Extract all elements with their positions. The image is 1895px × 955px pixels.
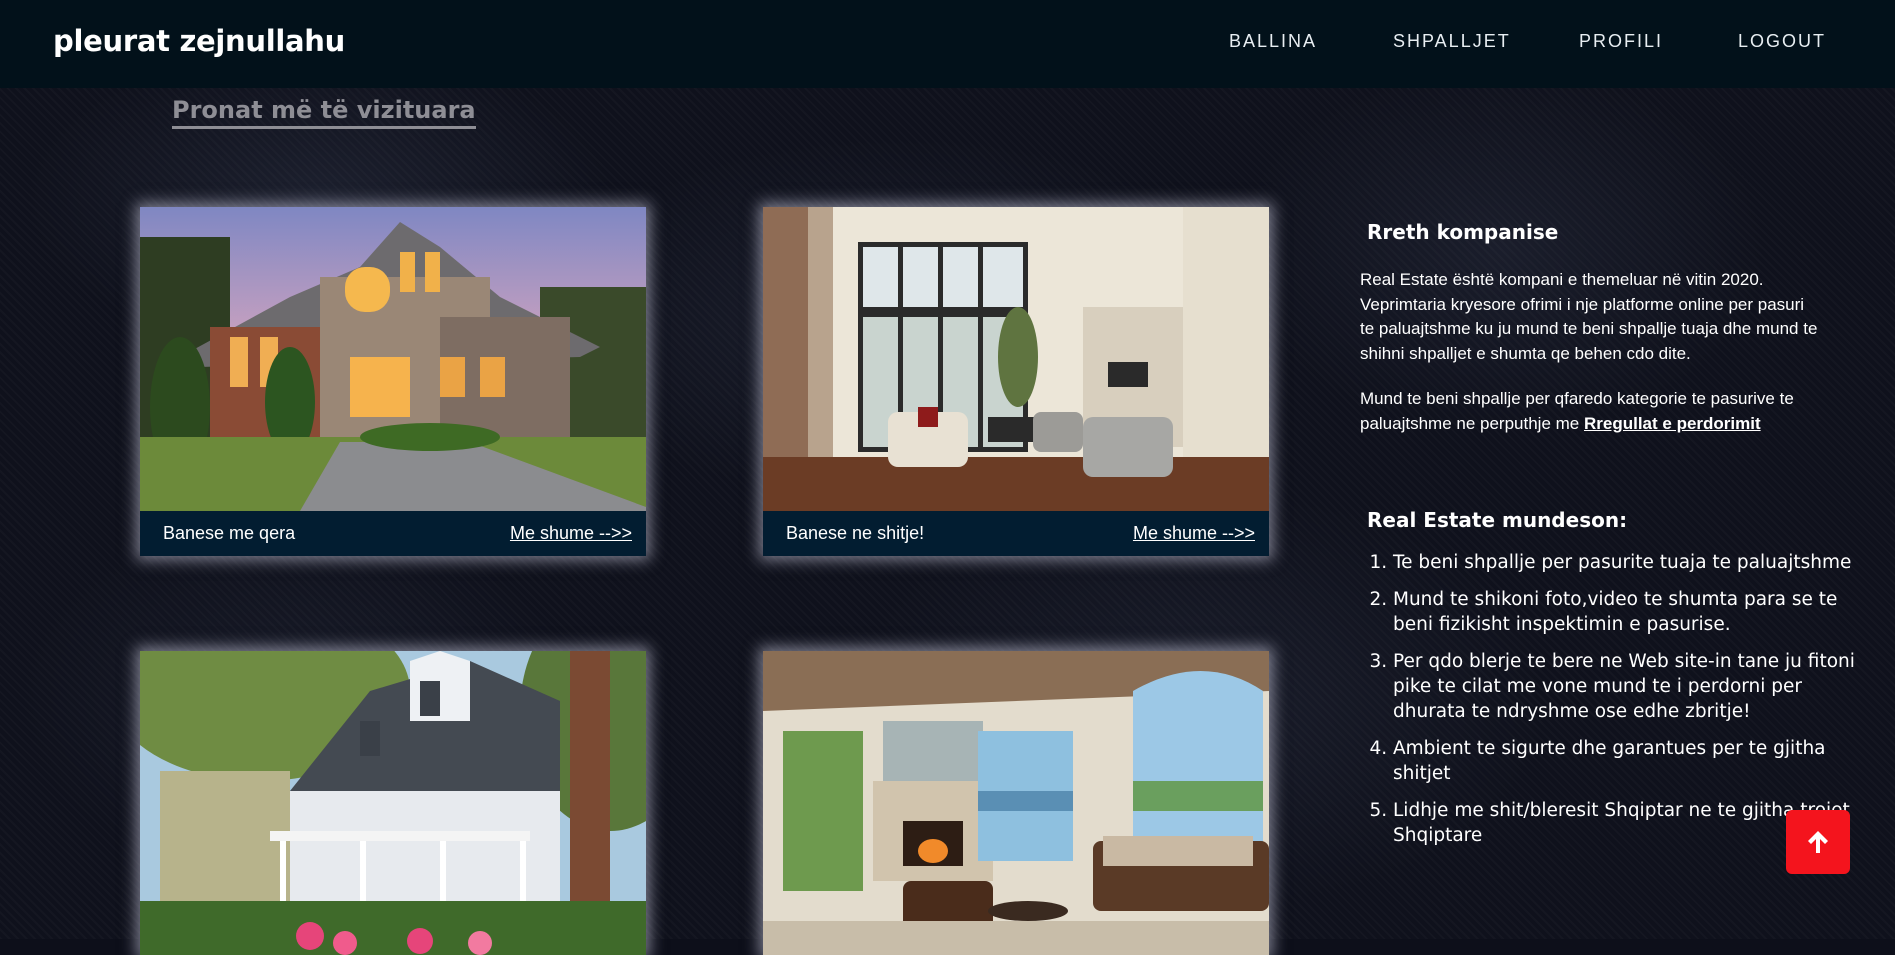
nav-shpalljet[interactable]: SHPALLJET [1393,31,1511,52]
list-item: Mund te shikoni foto,video te shumta par… [1393,587,1863,637]
about-paragraph-1: Real Estate është kompani e themeluar në… [1360,270,1818,363]
more-link[interactable]: Me shume -->> [510,523,632,544]
list-item: Ambient te sigurte dhe garantues per te … [1393,736,1863,786]
arrow-up-icon [1808,831,1828,853]
property-image-white-house[interactable] [140,651,646,955]
property-card: Banese me qera Me shume -->> [140,207,646,556]
property-card [763,651,1269,955]
more-link[interactable]: Me shume -->> [1133,523,1255,544]
property-card [140,651,646,955]
card-footer: Banese me qera Me shume -->> [140,511,646,556]
section-title: Pronat më të vizituara [172,96,476,129]
card-label: Banese ne shitje! [786,523,925,543]
property-image-living-room[interactable] [763,207,1269,511]
top-navbar: pleurat zejnullahu BALLINA SHPALLJET PRO… [0,0,1895,88]
scroll-to-top-button[interactable] [1786,810,1850,874]
property-image-fireplace-room[interactable] [763,651,1269,955]
about-text: Real Estate është kompani e themeluar në… [1360,268,1820,457]
list-item: Per qdo blerje te bere ne Web site-in ta… [1393,649,1863,724]
nav-ballina[interactable]: BALLINA [1229,31,1317,52]
main-nav: BALLINA SHPALLJET PROFILI LOGOUT [0,31,1895,61]
offers-heading: Real Estate mundeson: [1367,508,1628,532]
card-label: Banese me qera [163,523,296,543]
about-paragraph-2: Mund te beni shpallje per qfaredo katego… [1360,387,1820,436]
property-card: Banese ne shitje! Me shume -->> [763,207,1269,556]
about-heading: Rreth kompanise [1367,220,1559,244]
nav-profili[interactable]: PROFILI [1579,31,1663,52]
list-item: Te beni shpallje per pasurite tuaja te p… [1393,550,1863,575]
rules-link[interactable]: Rregullat e perdorimit [1584,414,1761,433]
card-footer: Banese ne shitje! Me shume -->> [763,511,1269,556]
nav-logout[interactable]: LOGOUT [1738,31,1826,52]
property-image-brick-house[interactable] [140,207,646,511]
